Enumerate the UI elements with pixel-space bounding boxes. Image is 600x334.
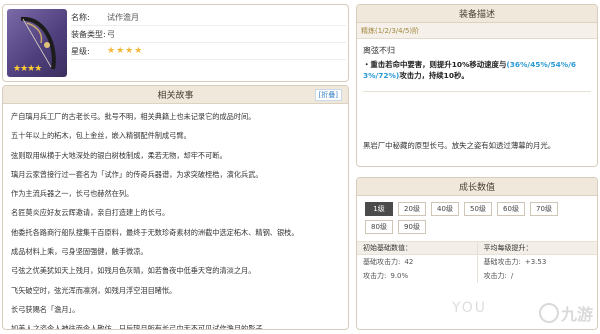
weapon-image: ★★★★ <box>7 9 67 77</box>
watermark-logo-icon <box>538 303 559 323</box>
description-header: 装备描述 <box>357 5 597 23</box>
story-line: 飞矢破空时，弦光浑而凛冽，如残月浮空泪目睹怅。 <box>11 285 177 295</box>
level-button[interactable]: 80级 <box>365 220 393 234</box>
avg-stats-head: 平均每级提升： <box>477 241 597 255</box>
skill-values: (36%/45%/54%/6 <box>506 60 577 69</box>
name-value: 试作澹月 <box>107 12 139 22</box>
level-button[interactable]: 20级 <box>398 202 426 216</box>
description-body: 离弦不归 ・重击若命中要害，则提升10%移动速度与(36%/45%/54%/6 … <box>357 39 597 98</box>
story-body: 产自璃月兵工厂的古老长弓。批号不明，相关典籍上也未记录它的成品时间。 五十年以上的… <box>3 104 348 330</box>
story-header: 相关故事 [折叠] <box>3 86 348 104</box>
weapon-info-card: ★★★★ 名称: 试作澹月 装备类型: 弓 星级: ★★★★ <box>2 4 349 82</box>
story-line: 弓弦之优美犹如天上残月，如残月色灰晴，如若鲁夜中低垂天穹的清淡之月。 <box>11 266 256 276</box>
avg-stats-col: 平均每级提升： 基础攻击力: +3.53 攻击力: / <box>476 241 598 283</box>
stat-value: 9.0% <box>390 272 409 280</box>
description-title: 装备描述 <box>458 10 495 20</box>
growth-title: 成长数值 <box>458 183 495 193</box>
story-line: 他委托各路商行船队搜集千百原料，最终于无数珍奇素材的洲截中选定柘木、精钢、银枝。 <box>11 227 299 237</box>
watermark-text: 九游 <box>560 305 593 324</box>
story-line: 成品材料上乘，弓身坚固强健，触手微凉。 <box>11 247 148 257</box>
skill-prefix: ・重击若命中要害，则提升10%移动速度与 <box>363 60 507 69</box>
stat-label: 基础攻击力: <box>483 258 521 266</box>
level-button[interactable]: 60级 <box>497 202 525 216</box>
skill-title: 离弦不归 <box>363 46 395 55</box>
story-line: 产自璃月兵工厂的古老长弓。批号不明，相关典籍上也未记录它的成品时间。 <box>11 112 256 121</box>
skill-suffix: 攻击力，持续10秒。 <box>399 71 469 80</box>
base-stats-head: 初始基础数值： <box>357 241 477 255</box>
rarity-stars: ★★★★ <box>13 64 42 74</box>
stat-label: 攻击力: <box>363 272 387 280</box>
story-line: 作为主流兵器之一，长弓也赫然在列。 <box>11 189 134 199</box>
story-line: 如美人之姿令人神往而令人敬仿，日后璃月所有长弓中无不可见试作澹月的影子。 <box>11 324 270 330</box>
story-line: 长弓获赐名「澹月」。 <box>11 304 80 314</box>
refinement-tabs[interactable]: 精炼(1/2/3/4/5)阶 <box>357 23 597 39</box>
growth-header: 成长数值 <box>357 178 597 196</box>
level-button[interactable]: 90级 <box>398 220 426 234</box>
info-row-rarity: 星级: ★★★★ <box>71 43 346 60</box>
level-button[interactable]: 40级 <box>431 202 459 216</box>
rarity-value: ★★★★ <box>107 46 144 56</box>
refinement-tab-label[interactable]: 精炼(1/2/3/4/5)阶 <box>361 26 419 36</box>
skill-values-cont: 3%/72%) <box>363 71 400 80</box>
level-button[interactable]: 50级 <box>464 202 492 216</box>
name-label: 名称: <box>71 12 90 22</box>
avg-stat-row: 攻击力: / <box>478 269 598 283</box>
stat-label: 攻击力: <box>483 272 507 280</box>
base-stats-col: 初始基础数值： 基础攻击力: 42 攻击力: 9.0% <box>357 241 477 283</box>
rarity-label: 星级: <box>71 46 90 56</box>
level-button[interactable]: 70级 <box>530 202 558 216</box>
type-label: 装备类型: <box>71 29 106 39</box>
info-row-name: 名称: 试作澹月 <box>71 9 346 26</box>
watermark-faint: YOU <box>452 300 488 316</box>
story-line: 璃月云家曾接行过一套名为「试作」的传奇兵器谱，为求突破桎梏，演化兵武。 <box>11 169 263 179</box>
base-stat-row: 攻击力: 9.0% <box>357 269 477 283</box>
story-panel: 相关故事 [折叠] 产自璃月兵工厂的古老长弓。批号不明，相关典籍上也未记录它的成… <box>2 85 349 330</box>
stat-label: 基础攻击力: <box>363 258 401 266</box>
stat-value: 42 <box>404 258 414 266</box>
avg-stat-row: 基础攻击力: +3.53 <box>478 255 598 269</box>
info-row-type: 装备类型: 弓 <box>71 26 346 43</box>
description-panel: 装备描述 精炼(1/2/3/4/5)阶 离弦不归 ・重击若命中要害，则提升10%… <box>356 4 598 167</box>
story-title: 相关故事 <box>157 91 194 101</box>
flavor-text: 黑岩厂中秘藏的原型长弓。放失之姿有如透过薄幕的月光。 <box>363 141 556 150</box>
fold-button[interactable]: [折叠] <box>314 89 342 101</box>
story-line: 五十年以上的柘木，包上金丝，嵌入精钢配件制成弓臂。 <box>11 131 191 141</box>
stat-value: +3.53 <box>524 258 547 266</box>
stats-table: 初始基础数值： 基础攻击力: 42 攻击力: 9.0% 平均每级提升： 基础攻击… <box>357 241 597 283</box>
skill-text: ・重击若命中要害，则提升10%移动速度与(36%/45%/54%/6 3%/72… <box>363 59 591 81</box>
watermark: 九游 <box>538 301 593 325</box>
level-button[interactable]: 1级 <box>365 202 393 216</box>
story-line: 名匠莫炎应好友云辉邀请，亲自打造建上的长弓。 <box>11 208 170 218</box>
base-stat-row: 基础攻击力: 42 <box>357 255 477 269</box>
stat-value: / <box>510 272 514 280</box>
story-line: 弦则取用纵横于大地深处的银白树枝制成，柔若无物，却牢不可断。 <box>11 150 227 160</box>
divider <box>363 91 591 92</box>
level-buttons: 1级 20级 40级 50级 60级 70级 80级 90级 <box>357 196 597 234</box>
type-value: 弓 <box>107 29 115 39</box>
